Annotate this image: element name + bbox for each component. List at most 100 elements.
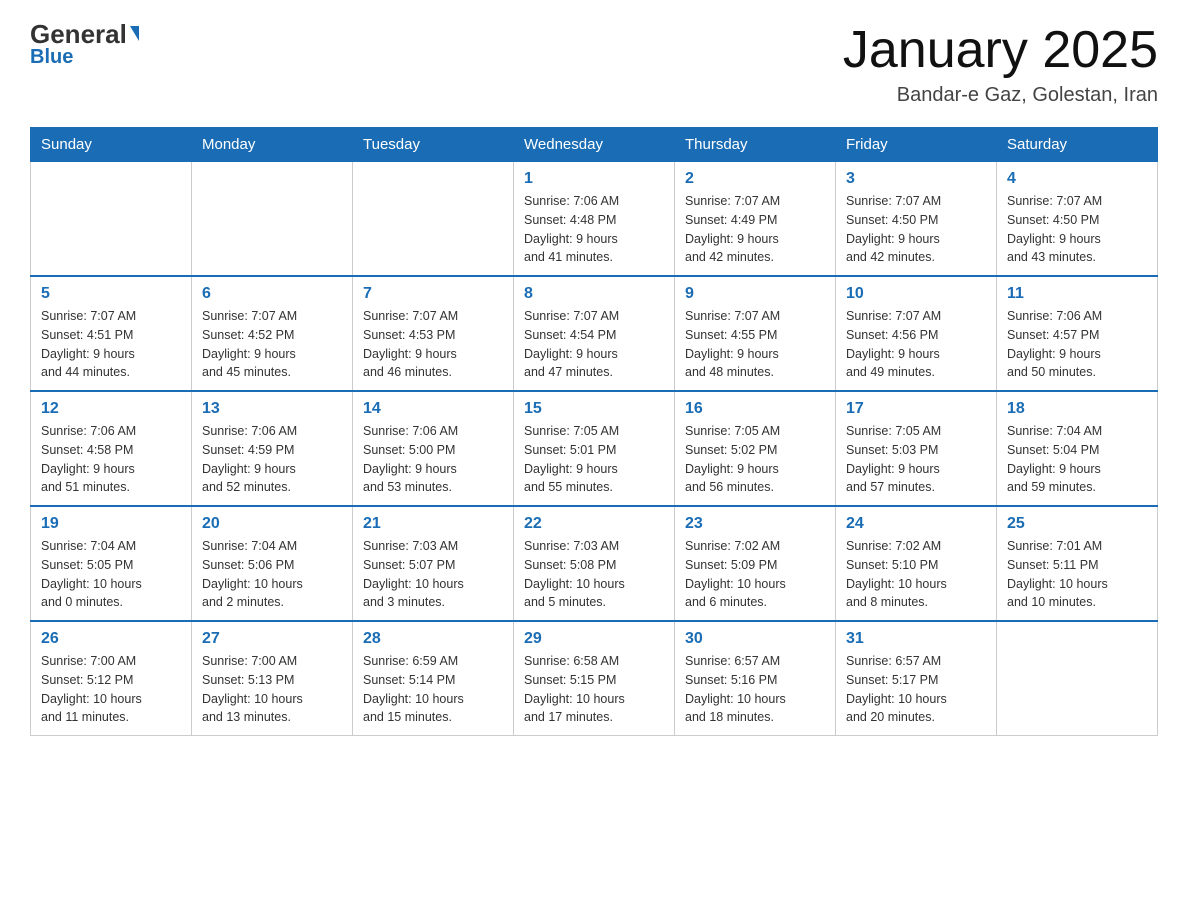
day-info: Sunrise: 7:00 AM Sunset: 5:13 PM Dayligh… — [202, 652, 342, 727]
day-info: Sunrise: 7:07 AM Sunset: 4:53 PM Dayligh… — [363, 307, 503, 382]
day-info: Sunrise: 7:07 AM Sunset: 4:49 PM Dayligh… — [685, 192, 825, 267]
day-of-week-header: Thursday — [675, 128, 836, 162]
day-info: Sunrise: 6:57 AM Sunset: 5:17 PM Dayligh… — [846, 652, 986, 727]
day-info: Sunrise: 7:06 AM Sunset: 4:59 PM Dayligh… — [202, 422, 342, 497]
day-number: 24 — [846, 515, 986, 533]
day-number: 28 — [363, 630, 503, 648]
calendar-cell: 7 Sunrise: 7:07 AM Sunset: 4:53 PM Daylig… — [353, 276, 514, 391]
day-of-week-header: Friday — [836, 128, 997, 162]
day-info: Sunrise: 7:06 AM Sunset: 5:00 PM Dayligh… — [363, 422, 503, 497]
day-info: Sunrise: 7:03 AM Sunset: 5:07 PM Dayligh… — [363, 537, 503, 612]
days-of-week-row: SundayMondayTuesdayWednesdayThursdayFrid… — [31, 128, 1158, 162]
day-number: 22 — [524, 515, 664, 533]
day-info: Sunrise: 7:07 AM Sunset: 4:51 PM Dayligh… — [41, 307, 181, 382]
calendar-cell: 21 Sunrise: 7:03 AM Sunset: 5:07 PM Dayli… — [353, 506, 514, 621]
day-of-week-header: Monday — [192, 128, 353, 162]
calendar-cell: 19Sunrise: 7:04 AM Sunset: 5:05 PM Dayli… — [31, 506, 192, 621]
day-info: Sunrise: 7:07 AM Sunset: 4:52 PM Dayligh… — [202, 307, 342, 382]
day-info: Sunrise: 7:02 AM Sunset: 5:10 PM Dayligh… — [846, 537, 986, 612]
calendar-body: 1Sunrise: 7:06 AM Sunset: 4:48 PM Daylig… — [31, 162, 1158, 736]
calendar-cell: 4Sunrise: 7:07 AM Sunset: 4:50 PM Daylig… — [997, 162, 1158, 277]
day-info: Sunrise: 7:05 AM Sunset: 5:01 PM Dayligh… — [524, 422, 664, 497]
logo-triangle-icon — [130, 26, 139, 41]
calendar-cell: 2 Sunrise: 7:07 AM Sunset: 4:49 PM Daylig… — [675, 162, 836, 277]
day-info: Sunrise: 7:00 AM Sunset: 5:12 PM Dayligh… — [41, 652, 181, 727]
day-info: Sunrise: 7:01 AM Sunset: 5:11 PM Dayligh… — [1007, 537, 1147, 612]
calendar-cell: 25 Sunrise: 7:01 AM Sunset: 5:11 PM Dayli… — [997, 506, 1158, 621]
day-number: 6 — [202, 285, 342, 303]
day-number: 20 — [202, 515, 342, 533]
day-number: 17 — [846, 400, 986, 418]
day-number: 15 — [524, 400, 664, 418]
day-number: 19 — [41, 515, 181, 533]
day-number: 18 — [1007, 400, 1147, 418]
day-number: 13 — [202, 400, 342, 418]
calendar-cell: 5Sunrise: 7:07 AM Sunset: 4:51 PM Daylig… — [31, 276, 192, 391]
day-info: Sunrise: 7:04 AM Sunset: 5:04 PM Dayligh… — [1007, 422, 1147, 497]
calendar-cell: 31Sunrise: 6:57 AM Sunset: 5:17 PM Dayli… — [836, 621, 997, 736]
calendar-cell — [997, 621, 1158, 736]
calendar-cell: 27 Sunrise: 7:00 AM Sunset: 5:13 PM Dayli… — [192, 621, 353, 736]
calendar-cell: 1Sunrise: 7:06 AM Sunset: 4:48 PM Daylig… — [514, 162, 675, 277]
calendar-cell: 11 Sunrise: 7:06 AM Sunset: 4:57 PM Dayli… — [997, 276, 1158, 391]
calendar-cell: 30Sunrise: 6:57 AM Sunset: 5:16 PM Dayli… — [675, 621, 836, 736]
calendar-cell — [31, 162, 192, 277]
day-info: Sunrise: 7:04 AM Sunset: 5:06 PM Dayligh… — [202, 537, 342, 612]
calendar-cell: 18 Sunrise: 7:04 AM Sunset: 5:04 PM Dayli… — [997, 391, 1158, 506]
title-area: January 2025 Bandar-e Gaz, Golestan, Ira… — [843, 20, 1158, 107]
day-number: 4 — [1007, 170, 1147, 188]
calendar-header: SundayMondayTuesdayWednesdayThursdayFrid… — [31, 128, 1158, 162]
day-of-week-header: Sunday — [31, 128, 192, 162]
day-info: Sunrise: 7:03 AM Sunset: 5:08 PM Dayligh… — [524, 537, 664, 612]
day-of-week-header: Wednesday — [514, 128, 675, 162]
day-of-week-header: Tuesday — [353, 128, 514, 162]
calendar-cell: 16Sunrise: 7:05 AM Sunset: 5:02 PM Dayli… — [675, 391, 836, 506]
calendar-cell: 3Sunrise: 7:07 AM Sunset: 4:50 PM Daylig… — [836, 162, 997, 277]
day-number: 9 — [685, 285, 825, 303]
calendar-cell: 10Sunrise: 7:07 AM Sunset: 4:56 PM Dayli… — [836, 276, 997, 391]
day-info: Sunrise: 7:07 AM Sunset: 4:50 PM Dayligh… — [846, 192, 986, 267]
day-number: 23 — [685, 515, 825, 533]
calendar-table: SundayMondayTuesdayWednesdayThursdayFrid… — [30, 127, 1158, 736]
day-number: 14 — [363, 400, 503, 418]
calendar-cell: 24 Sunrise: 7:02 AM Sunset: 5:10 PM Dayli… — [836, 506, 997, 621]
day-info: Sunrise: 7:02 AM Sunset: 5:09 PM Dayligh… — [685, 537, 825, 612]
calendar-cell: 12Sunrise: 7:06 AM Sunset: 4:58 PM Dayli… — [31, 391, 192, 506]
calendar-cell — [353, 162, 514, 277]
day-info: Sunrise: 6:57 AM Sunset: 5:16 PM Dayligh… — [685, 652, 825, 727]
day-number: 27 — [202, 630, 342, 648]
calendar-week-row: 12Sunrise: 7:06 AM Sunset: 4:58 PM Dayli… — [31, 391, 1158, 506]
calendar-cell — [192, 162, 353, 277]
day-info: Sunrise: 7:07 AM Sunset: 4:56 PM Dayligh… — [846, 307, 986, 382]
calendar-cell: 26 Sunrise: 7:00 AM Sunset: 5:12 PM Dayli… — [31, 621, 192, 736]
day-info: Sunrise: 7:06 AM Sunset: 4:57 PM Dayligh… — [1007, 307, 1147, 382]
calendar-cell: 15 Sunrise: 7:05 AM Sunset: 5:01 PM Dayli… — [514, 391, 675, 506]
calendar-subtitle: Bandar-e Gaz, Golestan, Iran — [843, 84, 1158, 107]
day-number: 2 — [685, 170, 825, 188]
day-number: 11 — [1007, 285, 1147, 303]
page-header: General Blue January 2025 Bandar-e Gaz, … — [30, 20, 1158, 107]
calendar-cell: 29Sunrise: 6:58 AM Sunset: 5:15 PM Dayli… — [514, 621, 675, 736]
calendar-week-row: 26 Sunrise: 7:00 AM Sunset: 5:12 PM Dayli… — [31, 621, 1158, 736]
day-number: 25 — [1007, 515, 1147, 533]
day-info: Sunrise: 7:07 AM Sunset: 4:54 PM Dayligh… — [524, 307, 664, 382]
calendar-week-row: 19Sunrise: 7:04 AM Sunset: 5:05 PM Dayli… — [31, 506, 1158, 621]
calendar-cell: 14 Sunrise: 7:06 AM Sunset: 5:00 PM Dayli… — [353, 391, 514, 506]
calendar-cell: 13 Sunrise: 7:06 AM Sunset: 4:59 PM Dayli… — [192, 391, 353, 506]
day-info: Sunrise: 7:07 AM Sunset: 4:55 PM Dayligh… — [685, 307, 825, 382]
day-number: 29 — [524, 630, 664, 648]
calendar-cell: 6 Sunrise: 7:07 AM Sunset: 4:52 PM Daylig… — [192, 276, 353, 391]
logo-general-text: General — [30, 20, 127, 49]
day-number: 26 — [41, 630, 181, 648]
day-number: 8 — [524, 285, 664, 303]
day-number: 7 — [363, 285, 503, 303]
day-of-week-header: Saturday — [997, 128, 1158, 162]
calendar-cell: 28Sunrise: 6:59 AM Sunset: 5:14 PM Dayli… — [353, 621, 514, 736]
logo-top-text: General — [30, 20, 139, 49]
calendar-cell: 23 Sunrise: 7:02 AM Sunset: 5:09 PM Dayli… — [675, 506, 836, 621]
calendar-week-row: 1Sunrise: 7:06 AM Sunset: 4:48 PM Daylig… — [31, 162, 1158, 277]
day-number: 21 — [363, 515, 503, 533]
day-info: Sunrise: 7:05 AM Sunset: 5:02 PM Dayligh… — [685, 422, 825, 497]
day-info: Sunrise: 7:05 AM Sunset: 5:03 PM Dayligh… — [846, 422, 986, 497]
calendar-cell: 17 Sunrise: 7:05 AM Sunset: 5:03 PM Dayli… — [836, 391, 997, 506]
